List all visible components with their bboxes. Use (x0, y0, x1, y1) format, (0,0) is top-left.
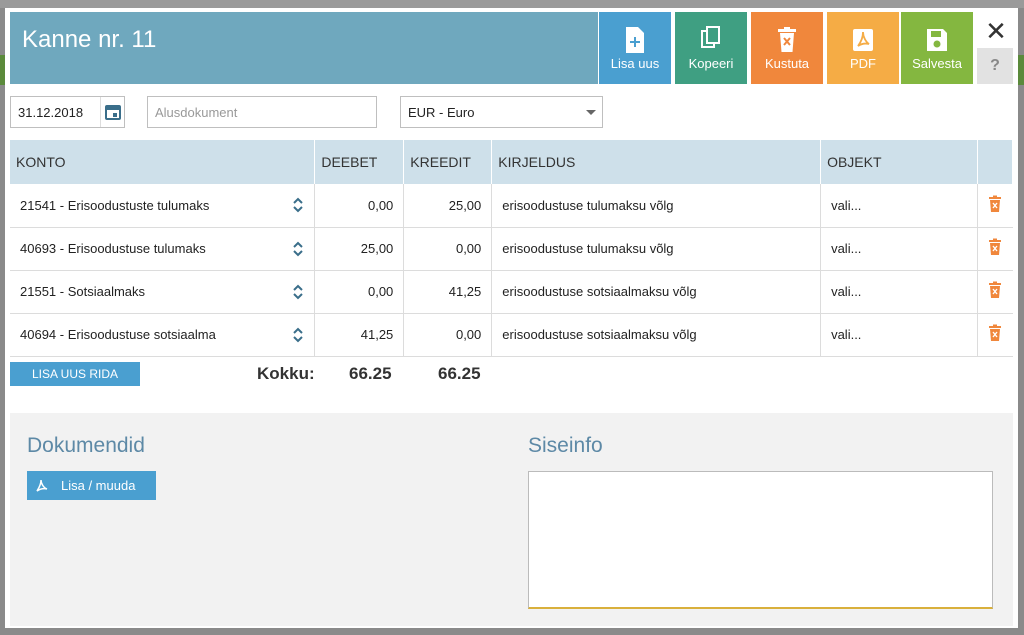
new-button-label: Lisa uus (610, 56, 660, 71)
pdf-icon (853, 29, 873, 51)
row-delete-trash-icon[interactable] (988, 195, 1002, 213)
row-delete-cell (977, 227, 1013, 271)
column-header-object: OBJEKT (820, 140, 978, 184)
debit-cell[interactable]: 0,00 (314, 184, 405, 228)
date-value: 31.12.2018 (18, 104, 84, 120)
account-select-value: 40693 - Erisoodustuse tulumaks (20, 241, 206, 256)
save-disk-icon (927, 29, 947, 51)
row-delete-cell (977, 270, 1013, 314)
sort-icon[interactable] (292, 240, 304, 258)
journal-entry-dialog: Kanne nr. 11 Lisa uus Kopeeri Kustuta PD… (5, 8, 1018, 628)
save-button-label: Salvesta (912, 56, 962, 71)
basis-document-input[interactable] (155, 104, 369, 120)
row-delete-cell (977, 313, 1013, 357)
account-cell[interactable]: 40693 - Erisoodustuse tulumaks (10, 227, 316, 271)
copy-button-label: Kopeeri (688, 56, 734, 71)
sort-icon[interactable] (292, 196, 304, 214)
table-row: 40693 - Erisoodustuse tulumaks 25,00 0,0… (10, 227, 1013, 271)
currency-value: EUR - Euro (408, 104, 475, 120)
total-debit: 66.25 (349, 364, 392, 383)
debit-cell[interactable]: 25,00 (314, 227, 405, 271)
column-header-description: KIRJELDUS (491, 140, 822, 184)
documents-edit-button[interactable]: Lisa / muuda (27, 471, 156, 500)
internal-info-title: Siseinfo (528, 434, 603, 457)
sort-icon[interactable] (292, 283, 304, 301)
close-icon[interactable]: ✕ (983, 16, 1009, 46)
sort-icon[interactable] (292, 326, 304, 344)
entries-table: KONTO DEEBET KREEDIT KIRJELDUS OBJEKT 21… (10, 140, 1014, 357)
background-strip (0, 0, 1024, 8)
add-row-button[interactable]: LISA UUS RIDA (10, 362, 140, 386)
new-button[interactable]: Lisa uus (599, 12, 671, 84)
chevron-down-icon (586, 110, 596, 115)
trash-icon (778, 27, 796, 52)
row-delete-trash-icon[interactable] (988, 324, 1002, 342)
help-button[interactable]: ? (977, 48, 1013, 84)
object-cell[interactable]: vali... (820, 184, 978, 228)
total-label: Kokku: (257, 364, 315, 383)
basis-document-field[interactable] (147, 96, 377, 128)
column-header-actions (977, 140, 1014, 184)
copy-icon (701, 26, 720, 48)
credit-cell[interactable]: 25,00 (403, 184, 493, 228)
table-row: 21551 - Sotsiaalmaks 0,00 41,25 erisoodu… (10, 270, 1013, 314)
table-header-row: KONTO DEEBET KREEDIT KIRJELDUS OBJEKT (10, 140, 1014, 184)
delete-button-label: Kustuta (764, 56, 810, 71)
object-cell[interactable]: vali... (820, 313, 978, 357)
description-cell[interactable]: erisoodustuse tulumaksu võlg (491, 227, 822, 271)
total-credit: 66.25 (438, 364, 481, 383)
description-cell[interactable]: erisoodustuse sotsiaalmaksu võlg (491, 313, 822, 357)
delete-button[interactable]: Kustuta (751, 12, 823, 84)
table-row: 40694 - Erisoodustuse sotsiaalma 41,25 0… (10, 313, 1013, 357)
account-select-value: 21541 - Erisoodustuste tulumaks (20, 197, 210, 213)
currency-select[interactable]: EUR - Euro (400, 96, 603, 128)
date-field[interactable]: 31.12.2018 (10, 96, 125, 128)
column-header-account: KONTO (10, 140, 316, 184)
attachments-section: Dokumendid Lisa / muuda Siseinfo (10, 413, 1013, 626)
account-cell[interactable]: 21551 - Sotsiaalmaks (10, 270, 316, 314)
credit-cell[interactable]: 0,00 (403, 313, 493, 357)
account-select-value: 21551 - Sotsiaalmaks (20, 284, 146, 299)
account-cell[interactable]: 40694 - Erisoodustuse sotsiaalma (10, 313, 316, 357)
credit-cell[interactable]: 41,25 (403, 270, 493, 314)
debit-cell[interactable]: 0,00 (314, 270, 405, 314)
pdf-icon (36, 479, 48, 492)
internal-info-textarea[interactable] (528, 471, 993, 609)
column-header-credit: KREEDIT (403, 140, 493, 184)
description-cell[interactable]: erisoodustuse sotsiaalmaksu võlg (491, 270, 822, 314)
dialog-header: Kanne nr. 11 (10, 12, 598, 84)
file-plus-icon (626, 27, 644, 53)
account-select-value: 40694 - Erisoodustuse sotsiaalma (20, 327, 216, 342)
debit-cell[interactable]: 41,25 (314, 313, 405, 357)
documents-edit-label: Lisa / muuda (61, 478, 136, 493)
row-delete-cell (977, 184, 1013, 228)
row-delete-trash-icon[interactable] (988, 238, 1002, 256)
pdf-button[interactable]: PDF (827, 12, 899, 84)
row-delete-trash-icon[interactable] (988, 281, 1002, 299)
object-cell[interactable]: vali... (820, 270, 978, 314)
table-row: 21541 - Erisoodustuste tulumaks 0,00 25,… (10, 184, 1013, 228)
column-header-debit: DEEBET (314, 140, 405, 184)
save-button[interactable]: Salvesta (901, 12, 973, 84)
description-cell[interactable]: erisoodustuse tulumaksu võlg (491, 184, 822, 228)
documents-title: Dokumendid (27, 434, 145, 457)
object-cell[interactable]: vali... (820, 227, 978, 271)
account-cell[interactable]: 21541 - Erisoodustuste tulumaks (10, 184, 316, 228)
pdf-button-label: PDF (850, 56, 876, 71)
dialog-title: Kanne nr. 11 (22, 26, 157, 53)
copy-button[interactable]: Kopeeri (675, 12, 747, 84)
credit-cell[interactable]: 0,00 (403, 227, 493, 271)
calendar-icon[interactable] (100, 97, 124, 127)
